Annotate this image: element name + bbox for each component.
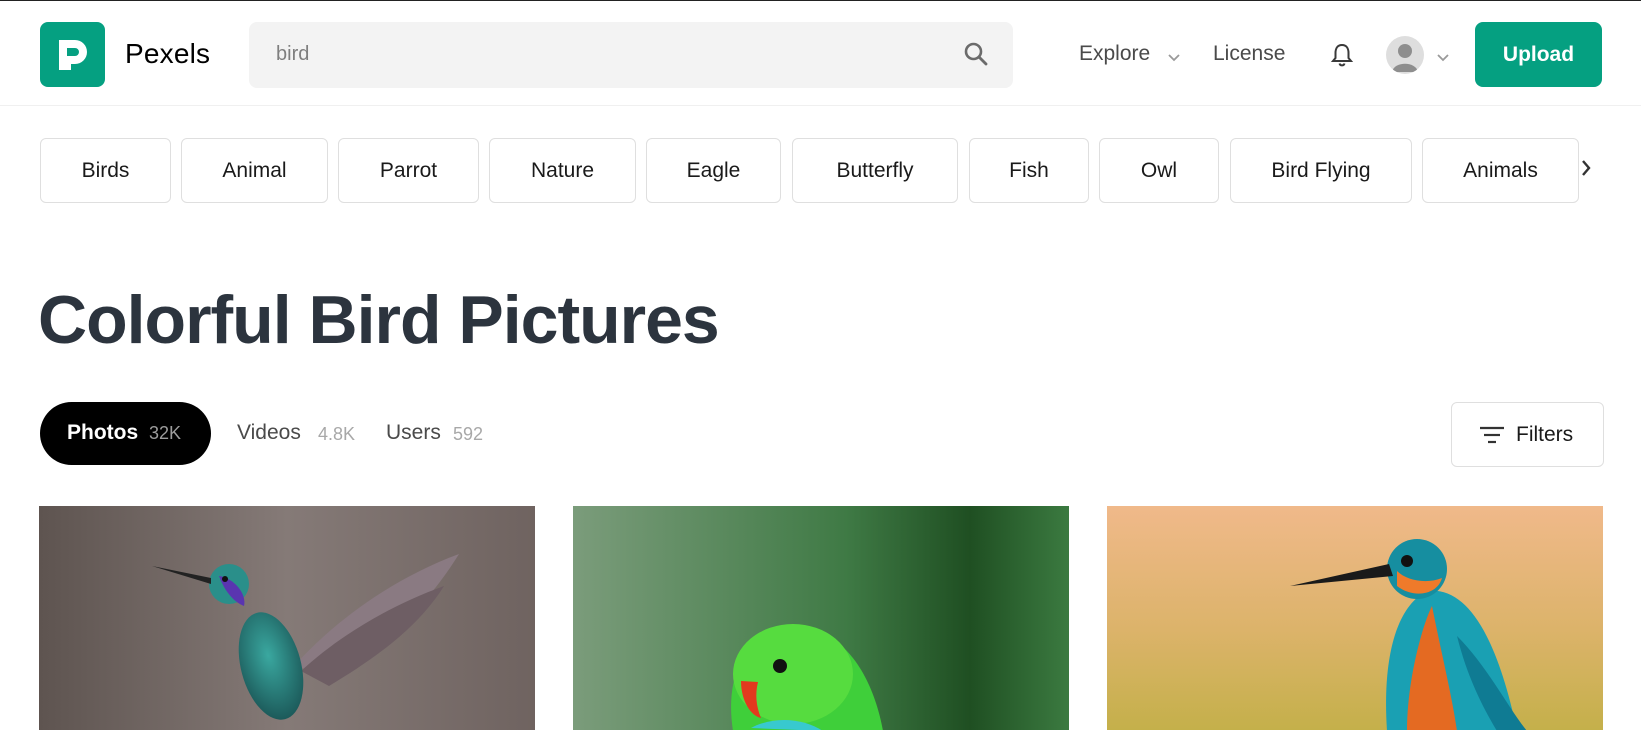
nav-explore[interactable]: Explore — [1079, 42, 1150, 66]
chevron-right-icon[interactable] — [1580, 159, 1592, 182]
chip-animals[interactable]: Animals — [1422, 138, 1579, 203]
tab-count: 32K — [149, 423, 182, 443]
filters-button[interactable]: Filters — [1451, 402, 1604, 467]
chip-animal[interactable]: Animal — [181, 138, 328, 203]
logo-text[interactable]: Pexels — [125, 38, 210, 70]
photo-hummingbird[interactable] — [39, 506, 535, 730]
chip-birds[interactable]: Birds — [40, 138, 171, 203]
tab-count: 592 — [453, 424, 484, 444]
chip-fish[interactable]: Fish — [969, 138, 1089, 203]
search-icon[interactable] — [963, 41, 989, 72]
bell-icon[interactable] — [1330, 42, 1354, 73]
photo-kingfisher[interactable] — [1107, 506, 1603, 730]
chip-parrot[interactable]: Parrot — [338, 138, 479, 203]
chip-bird-flying[interactable]: Bird Flying — [1230, 138, 1412, 203]
chip-nature[interactable]: Nature — [489, 138, 636, 203]
filter-icon — [1479, 425, 1505, 450]
search-input[interactable]: bird — [276, 43, 309, 66]
tab-users[interactable]: Users — [386, 421, 441, 445]
top-nav-bar: Pexels bird Explore License Upload — [0, 2, 1641, 106]
tab-videos[interactable]: Videos — [237, 421, 301, 445]
chip-eagle[interactable]: Eagle — [646, 138, 781, 203]
tab-photos[interactable]: Photos 32K — [40, 402, 211, 465]
upload-button[interactable]: Upload — [1475, 22, 1602, 87]
chip-owl[interactable]: Owl — [1099, 138, 1219, 203]
nav-license[interactable]: License — [1213, 42, 1285, 66]
avatar[interactable] — [1386, 36, 1424, 74]
chip-butterfly[interactable]: Butterfly — [792, 138, 958, 203]
chevron-down-icon[interactable] — [1167, 49, 1181, 67]
chevron-down-icon[interactable] — [1436, 49, 1450, 67]
page-title: Colorful Bird Pictures — [38, 282, 720, 358]
pexels-logo-icon[interactable] — [40, 22, 105, 87]
filters-label: Filters — [1516, 423, 1574, 446]
photo-green-parrot[interactable] — [573, 506, 1069, 730]
tab-label: Photos — [67, 421, 139, 444]
search-bar[interactable]: bird — [249, 22, 1013, 88]
tab-count: 4.8K — [318, 424, 356, 444]
